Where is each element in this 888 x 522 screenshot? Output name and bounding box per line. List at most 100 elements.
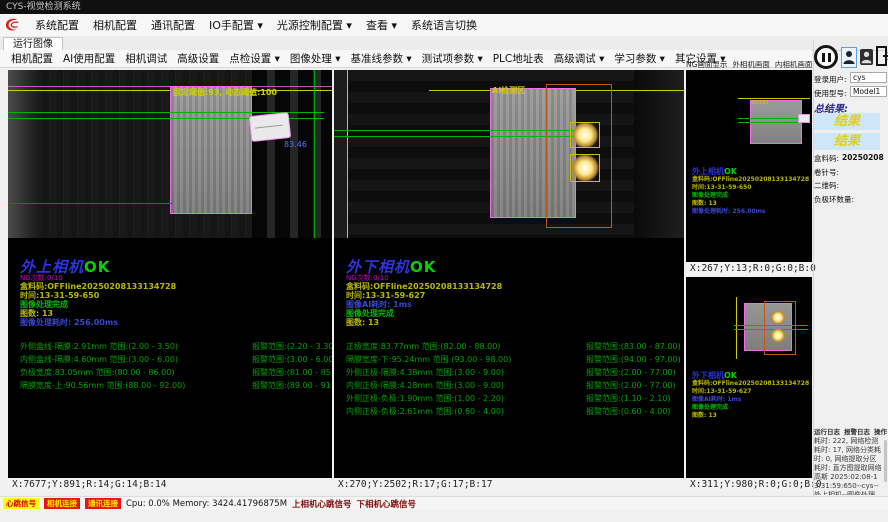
small-top-elapsed: 图像处理耗时: 256.00ms bbox=[692, 208, 809, 216]
measurement-alarm: 报警范围:(1.10 - 2.10) bbox=[586, 393, 671, 404]
heartbeat-status-badge: 心跳信号 bbox=[3, 498, 39, 509]
logout-door-icon bbox=[875, 45, 888, 67]
window-titlebar: CYS-视觉检测系统 bbox=[0, 0, 888, 14]
left-camera-view[interactable]: 固定阈值:93, 动态阈值:100 83.46 外上相机OK NG次数:0/10… bbox=[8, 70, 332, 478]
small-top-overlay-text: 外上相机OK 盒料码:OFFline20250208133134728 时间:1… bbox=[692, 168, 809, 216]
middle-pixel-coords: X:270;Y:2502;R:17;G:17;B:17 bbox=[334, 478, 684, 492]
camera-connect-badge: 相机连接 bbox=[44, 498, 80, 509]
menu-item-language[interactable]: 系统语言切换 bbox=[404, 15, 484, 35]
ai-detect-label: AI检测区 bbox=[492, 85, 525, 96]
tool-plc-address[interactable]: PLC地址表 bbox=[488, 50, 549, 67]
measurement-alarm: 报警范围:(83.00 - 87.00) bbox=[586, 341, 681, 352]
tool-test-params[interactable]: 测试项参数 ▾ bbox=[417, 50, 488, 67]
tool-camera-debug[interactable]: 相机调试 bbox=[120, 50, 172, 67]
measurement-value: 隔膜宽度-上:90.56mm 范围:(88.00 - 92.00) bbox=[20, 381, 185, 390]
lower-camera-heartbeat: 下相机心跳信号 bbox=[357, 498, 417, 510]
measurement-alarm: 报警范围:(81.00 - 85.00) bbox=[252, 367, 332, 378]
login-user-field[interactable]: cys bbox=[850, 72, 887, 83]
small-top-camera-name: 外上相机 bbox=[692, 167, 724, 176]
tab-strip: 运行图像 bbox=[0, 36, 888, 51]
small-bottom-image bbox=[734, 297, 808, 359]
middle-measure-row: 隔膜宽度-下:95.24mm 范围:(93.00 - 98.00) 报警范围:(… bbox=[346, 354, 682, 365]
left-blue-value-label: 83.46 bbox=[284, 140, 307, 149]
measurement-value: 内侧盒线-隔膜:4.60mm 范围:(3.00 - 6.00) bbox=[20, 355, 178, 364]
left-camera-image: 固定阈值:93, 动态阈值:100 83.46 bbox=[8, 70, 332, 238]
log-tab-alarm[interactable]: 报警日志 bbox=[844, 426, 870, 436]
left-pixel-coords: X:7677;Y:891;R:14;G:14;B:14 bbox=[8, 478, 332, 492]
tool-camera-config[interactable]: 相机配置 bbox=[6, 50, 58, 67]
small-view-tabs: NG画面显示 外相机画面 内相机画面 bbox=[686, 59, 812, 70]
measurement-value: 负极宽度:83.05mm 范围:(80.00 - 86.00) bbox=[20, 368, 174, 377]
menu-item-camera-config[interactable]: 相机配置 bbox=[86, 15, 144, 35]
tab-ng-display[interactable]: NG画面显示 bbox=[686, 59, 727, 70]
user-switch-button[interactable] bbox=[860, 49, 873, 65]
left-measure-row: 外侧盒线-隔膜:2.91mm 范围:(2.00 - 3.50) 报警范围:(2.… bbox=[20, 341, 330, 352]
measurement-value: 内侧正极-隔膜:4.28mm 范围:(3.00 - 9.00) bbox=[346, 381, 504, 390]
small-bottom-pixel-coords: X:311;Y:980;R:0;G:0;B:0 bbox=[686, 478, 812, 492]
menu-item-system-config[interactable]: 系统配置 bbox=[28, 15, 86, 35]
middle-measure-row: 外侧正极-隔膜:4.38mm 范围:(3.00 - 9.00) 报警范围:(2.… bbox=[346, 367, 682, 378]
tab-outer-camera[interactable]: 外相机画面 bbox=[732, 59, 770, 70]
model-field[interactable]: Model1 bbox=[850, 86, 887, 97]
middle-measure-row: 外侧正极-负极:1.90mm 范围:(1.00 - 2.20) 报警范围:(1.… bbox=[346, 393, 682, 404]
measurement-alarm: 报警范围:(0.60 - 4.00) bbox=[586, 406, 671, 417]
qr-code-label: 二维码: bbox=[814, 180, 839, 191]
user-login-button[interactable] bbox=[841, 47, 857, 68]
comm-connect-badge: 通讯连接 bbox=[85, 498, 121, 509]
menu-item-comm-config[interactable]: 通讯配置 bbox=[144, 15, 202, 35]
tool-advanced-debug[interactable]: 高级调试 ▾ bbox=[549, 50, 610, 67]
small-bottom-barcode: 盒料码:OFFline20250208133134728 bbox=[692, 380, 809, 388]
small-bottom-camera-name: 外下相机 bbox=[692, 371, 724, 380]
exit-button[interactable] bbox=[875, 45, 888, 68]
tab-run-image[interactable]: 运行图像 bbox=[3, 37, 63, 51]
log-scrollbar[interactable] bbox=[884, 440, 887, 482]
log-tab-operation[interactable]: 操作日志 bbox=[874, 426, 888, 436]
upper-camera-heartbeat: 上相机心跳信号 bbox=[292, 498, 352, 510]
cpu-memory-status: Cpu: 0.0% Memory: 3424.41796875M bbox=[126, 499, 287, 509]
app-logo-icon bbox=[4, 17, 22, 33]
menu-bar: 系统配置 相机配置 通讯配置 IO手配置 ▾ 光源控制配置 ▾ 查看 ▾ 系统语… bbox=[0, 14, 888, 37]
small-top-pixel-coords: X:267;Y:13;R:0;G:0;B:0 bbox=[686, 262, 812, 275]
model-label: 使用型号: bbox=[814, 88, 847, 99]
tool-advanced-settings[interactable]: 高级设置 bbox=[172, 50, 224, 67]
tool-image-processing[interactable]: 图像处理 ▾ bbox=[285, 50, 346, 67]
measurement-value: 内侧正极-负极:2.61mm 范围:(0.60 - 4.00) bbox=[346, 407, 504, 416]
left-measure-row: 隔膜宽度-上:90.56mm 范围:(88.00 - 92.00) 报警范围:(… bbox=[20, 380, 330, 391]
pause-icon bbox=[822, 53, 825, 62]
middle-camera-view[interactable]: AI检测区 外下相机OK NG次数:0/10 盒料码:OFFline202502… bbox=[334, 70, 684, 478]
right-control-panel: 登录用户: cys 使用型号: Model1 总结果: 结果 结果 盒料码: 2… bbox=[814, 40, 888, 496]
tool-baseline-params[interactable]: 基准线参数 ▾ bbox=[346, 50, 417, 67]
app-window: CYS-视觉检测系统 系统配置 相机配置 通讯配置 IO手配置 ▾ 光源控制配置… bbox=[0, 0, 888, 522]
middle-ok-status: OK bbox=[410, 258, 436, 276]
tab-inner-camera[interactable]: 内相机画面 bbox=[775, 59, 813, 70]
small-bottom-status: 图像处理完成 bbox=[692, 404, 809, 412]
user-dark-icon bbox=[860, 49, 873, 65]
pause-button[interactable] bbox=[814, 45, 838, 69]
small-bottom-time: 时间:13-31-59-627 bbox=[692, 388, 809, 396]
log-text: 耗时: 222, 网络检测耗时: 17, 网络分类耗时: 0, 网络提取分区耗时… bbox=[814, 437, 882, 495]
log-tabs: 运行日志 报警日志 操作日志 bbox=[814, 426, 888, 436]
tool-ai-usage-config[interactable]: AI使用配置 bbox=[58, 50, 120, 67]
result-badge-1: 结果 bbox=[814, 113, 880, 130]
small-top-camera-view[interactable]: 93/100 外上相机OK 盒料码:OFFline202502081331347… bbox=[686, 70, 812, 262]
small-bottom-ok: OK bbox=[724, 371, 737, 380]
measurement-alarm: 报警范围:(94.00 - 97.00) bbox=[586, 354, 681, 365]
small-top-frames: 图数: 13 bbox=[692, 200, 809, 208]
measurement-value: 隔膜宽度-下:95.24mm 范围:(93.00 - 98.00) bbox=[346, 355, 511, 364]
small-top-barcode: 盒料码:OFFline20250208133134728 bbox=[692, 176, 809, 184]
window-title: CYS-视觉检测系统 bbox=[6, 2, 81, 12]
middle-camera-image: AI检测区 bbox=[334, 70, 684, 238]
small-bottom-camera-view[interactable]: 外下相机OK 盒料码:OFFline20250208133134728 时间:1… bbox=[686, 277, 812, 478]
left-measure-row: 负极宽度:83.05mm 范围:(80.00 - 86.00) 报警范围:(81… bbox=[20, 367, 330, 378]
left-measure-row: 内侧盒线-隔膜:4.60mm 范围:(3.00 - 6.00) 报警范围:(3.… bbox=[20, 354, 330, 365]
menu-item-light-config[interactable]: 光源控制配置 ▾ bbox=[270, 15, 359, 35]
measurement-value: 外侧正极-隔膜:4.38mm 范围:(3.00 - 9.00) bbox=[346, 368, 504, 377]
small-top-image: 93/100 bbox=[738, 92, 810, 154]
small-top-status: 图像处理完成 bbox=[692, 192, 809, 200]
left-threshold-label: 固定阈值:93, 动态阈值:100 bbox=[173, 87, 277, 98]
menu-item-view[interactable]: 查看 ▾ bbox=[359, 15, 404, 35]
menu-item-io-config[interactable]: IO手配置 ▾ bbox=[202, 15, 270, 35]
tool-spot-check[interactable]: 点检设置 ▾ bbox=[224, 50, 285, 67]
log-tab-run[interactable]: 运行日志 bbox=[814, 426, 840, 436]
tool-learning-params[interactable]: 学习参数 ▾ bbox=[609, 50, 670, 67]
